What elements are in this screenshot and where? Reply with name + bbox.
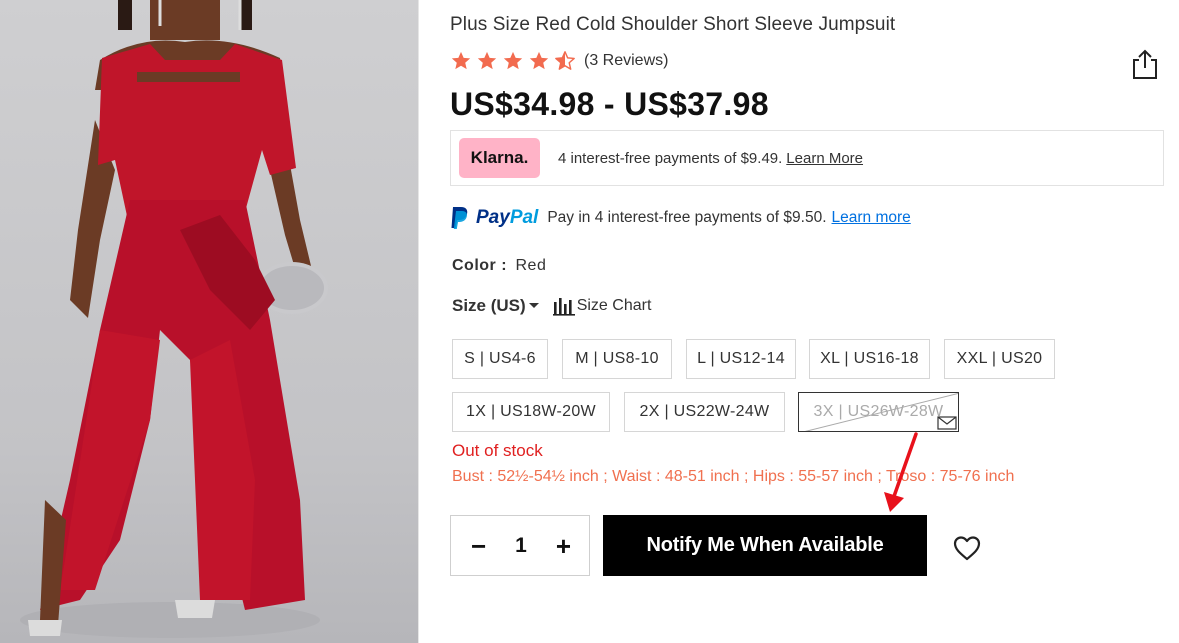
- size-label: Size (US): [452, 296, 526, 315]
- size-option-s[interactable]: S | US4-6: [452, 339, 548, 379]
- paypal-wordmark: PayPal: [476, 207, 539, 228]
- size-option-m[interactable]: M | US8-10: [562, 339, 672, 379]
- size-header: Size (US) Size Chart: [452, 296, 651, 316]
- size-chart-icon: [552, 298, 575, 316]
- quantity-decrease-button[interactable]: −: [471, 533, 486, 559]
- heart-icon[interactable]: [952, 534, 982, 562]
- quantity-stepper: − 1 +: [450, 515, 590, 576]
- rating-stars: [450, 50, 576, 72]
- price-range: US$34.98 - US$37.98: [450, 86, 769, 122]
- size-chart-label: Size Chart: [576, 297, 652, 314]
- paypal-banner: PayPal Pay in 4 interest-free payments o…: [450, 206, 911, 230]
- color-label: Color :: [452, 257, 508, 274]
- out-of-stock-text: Out of stock: [452, 441, 543, 460]
- size-option-2x[interactable]: 2X | US22W-24W: [624, 392, 785, 432]
- klarna-logo: Klarna.: [459, 138, 540, 178]
- size-option-1x[interactable]: 1X | US18W-20W: [452, 392, 610, 432]
- size-option-xxl[interactable]: XXL | US20: [944, 339, 1055, 379]
- size-measurements: Bust : 52½-54½ inch ; Waist : 48-51 inch…: [452, 468, 1015, 485]
- annotation-arrow: [884, 432, 918, 512]
- reviews-link[interactable]: (3 Reviews): [584, 52, 668, 70]
- notify-me-button[interactable]: Notify Me When Available: [603, 515, 927, 576]
- paypal-learn-more-link[interactable]: Learn more: [832, 209, 911, 227]
- share-icon[interactable]: [1130, 48, 1160, 80]
- mail-icon: [937, 416, 957, 430]
- product-image[interactable]: [0, 0, 418, 643]
- star-icon: [529, 51, 549, 70]
- color-value: Red: [515, 257, 547, 274]
- size-chart-link[interactable]: Size Chart: [552, 296, 652, 316]
- klarna-text: 4 interest-free payments of $9.49.: [558, 149, 783, 167]
- paypal-logo: [451, 207, 468, 229]
- rating-row[interactable]: (3 Reviews): [450, 50, 668, 72]
- product-photo-illustration: [20, 0, 328, 638]
- star-icon: [451, 51, 471, 70]
- size-dropdown-caret-icon[interactable]: [528, 302, 540, 310]
- star-icon: [503, 51, 523, 70]
- klarna-banner: Klarna. 4 interest-free payments of $9.4…: [450, 130, 1164, 186]
- size-option-xl[interactable]: XL | US16-18: [809, 339, 930, 379]
- product-title: Plus Size Red Cold Shoulder Short Sleeve…: [450, 14, 896, 35]
- star-icon: [477, 51, 497, 70]
- star-half-icon: [555, 51, 575, 70]
- quantity-value[interactable]: 1: [515, 534, 527, 558]
- unavailable-strike: [804, 393, 958, 431]
- size-option-l[interactable]: L | US12-14: [686, 339, 796, 379]
- quantity-increase-button[interactable]: +: [556, 533, 571, 559]
- klarna-learn-more-link[interactable]: Learn More: [786, 150, 863, 167]
- paypal-text: Pay in 4 interest-free payments of $9.50…: [547, 209, 827, 226]
- color-selector: Color : Red: [452, 257, 546, 275]
- size-option-3x[interactable]: 3X | US26W-28W: [798, 392, 959, 432]
- panel-divider: [418, 0, 419, 643]
